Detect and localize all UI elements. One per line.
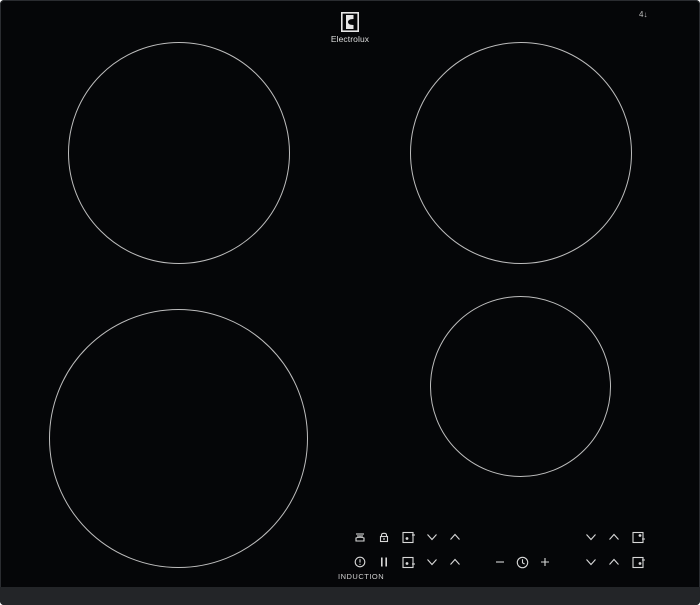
front-trim	[0, 587, 700, 605]
power-down-button-left-top[interactable]	[424, 529, 440, 545]
power-down-button-right-bottom[interactable]	[583, 554, 599, 570]
induction-label: INDUCTION	[338, 572, 385, 581]
zone-select-button-left-bottom[interactable]	[401, 554, 417, 570]
cooking-zone-rear-left[interactable]	[68, 42, 290, 264]
pause-icon	[381, 557, 387, 567]
timer-icon	[516, 556, 528, 568]
power-icon	[354, 556, 366, 568]
power-down-button-right-top[interactable]	[583, 529, 599, 545]
chevron-up-icon	[609, 558, 619, 565]
brand-logo: Electrolux	[320, 12, 380, 44]
certification-mark: 4↓	[639, 10, 648, 19]
zone-select-icon	[402, 531, 415, 543]
zone-select-button-right-top[interactable]	[631, 529, 647, 545]
timer-button[interactable]	[514, 554, 530, 570]
timer-plus-button[interactable]	[537, 554, 553, 570]
power-down-button-left-bottom[interactable]	[424, 554, 440, 570]
chevron-down-icon	[586, 559, 596, 566]
zone-select-button-left-top[interactable]	[401, 529, 417, 545]
electrolux-logo-icon	[341, 12, 359, 32]
child-lock-button[interactable]	[376, 529, 392, 545]
hob2hood-icon	[355, 533, 365, 542]
timer-minus-button[interactable]	[492, 554, 508, 570]
zone-select-icon	[402, 556, 415, 568]
power-up-button-left-bottom[interactable]	[447, 554, 463, 570]
zone-select-icon	[632, 556, 645, 568]
chevron-up-icon	[450, 533, 460, 540]
power-up-button-right-bottom[interactable]	[606, 554, 622, 570]
zone-select-button-right-bottom[interactable]	[631, 554, 647, 570]
hob2hood-button[interactable]	[352, 529, 368, 545]
minus-icon	[496, 561, 504, 563]
power-up-button-right-top[interactable]	[606, 529, 622, 545]
brand-name: Electrolux	[330, 34, 370, 44]
cooking-zone-front-left[interactable]	[49, 309, 308, 568]
lock-icon	[379, 532, 389, 543]
chevron-down-icon	[586, 534, 596, 541]
power-button[interactable]	[352, 554, 368, 570]
induction-hob: Electrolux 4↓ INDUCTION	[0, 0, 700, 605]
chevron-up-icon	[450, 558, 460, 565]
chevron-down-icon	[427, 534, 437, 541]
chevron-down-icon	[427, 559, 437, 566]
pause-button[interactable]	[376, 554, 392, 570]
power-up-button-left-top[interactable]	[447, 529, 463, 545]
cooking-zone-rear-right[interactable]	[410, 42, 632, 264]
zone-select-icon	[632, 531, 645, 543]
plus-icon	[541, 558, 549, 566]
chevron-up-icon	[609, 533, 619, 540]
cooking-zone-front-right[interactable]	[430, 296, 611, 477]
